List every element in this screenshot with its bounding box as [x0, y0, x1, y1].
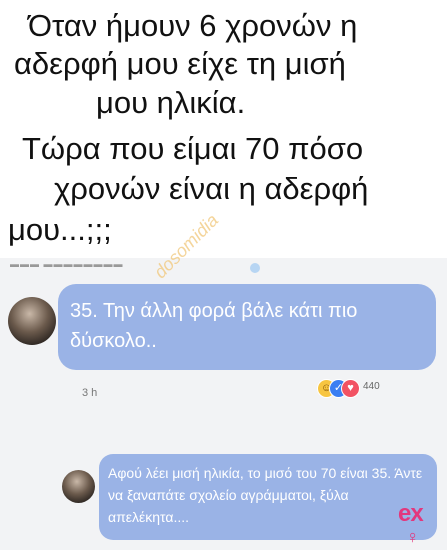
caption-line: Όταν ήμουν 6 χρονών η: [28, 8, 358, 43]
caption-line: χρονών είναι η αδερφή: [54, 171, 369, 206]
reply-text: Αφού λέει μισή ηλικία, το μισό του 70 εί…: [108, 465, 423, 525]
love-icon: ♥: [341, 379, 360, 398]
comment-timestamp[interactable]: 3 h: [82, 387, 97, 399]
decorative-dot: [250, 263, 260, 273]
reaction-summary[interactable]: ☺ ✓ ♥ 440: [317, 379, 417, 398]
cropped-commenter-name: ▬▬▬ ▬▬▬▬▬▬▬▬: [10, 259, 124, 269]
female-symbol-icon: ♀: [406, 527, 420, 547]
site-logo: ex ♀: [392, 500, 442, 548]
commenter-avatar[interactable]: [8, 297, 56, 345]
reply-bubble: Αφού λέει μισή ηλικία, το μισό του 70 εί…: [99, 454, 437, 540]
caption-line: μου...;;;: [8, 212, 112, 247]
comment-bubble: 35. Την άλλη φορά βάλε κάτι πιο δύσκολο.…: [58, 284, 436, 370]
caption-line: μου ηλικία.: [96, 85, 246, 120]
reaction-count: 440: [363, 381, 380, 392]
meme-caption: Όταν ήμουν 6 χρονών η αδερφή μου είχε τη…: [0, 0, 447, 258]
comment-text: 35. Την άλλη φορά βάλε κάτι πιο δύσκολο.…: [70, 300, 358, 352]
logo-text: ex: [398, 500, 424, 527]
caption-line: αδερφή μου είχε τη μισή: [14, 46, 346, 81]
caption-line: Τώρα που είμαι 70 πόσο: [22, 131, 364, 166]
reply-avatar[interactable]: [62, 470, 95, 503]
